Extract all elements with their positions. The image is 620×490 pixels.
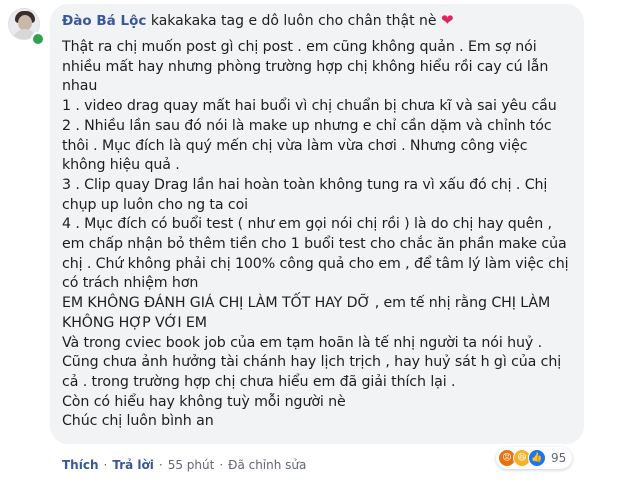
separator: ·: [158, 458, 163, 472]
reply-button[interactable]: Trả lời: [112, 458, 154, 472]
comment-first-line: kakakaka tag e dô luôn cho chân thật nè: [150, 13, 437, 29]
heart-icon: ❤: [440, 11, 454, 29]
reaction-count: 95: [551, 451, 567, 465]
comment-header: Đào Bá Lộc kakakaka tag e dô luôn cho ch…: [62, 11, 572, 30]
author-name[interactable]: Đào Bá Lộc: [62, 13, 146, 29]
like-reaction-icon: 👍: [528, 449, 546, 467]
separator: ·: [219, 458, 224, 472]
separator: ·: [103, 458, 108, 472]
online-status-icon: [31, 32, 45, 46]
comment-actions: Thích · Trả lời · 55 phút · Đã chỉnh sửa: [62, 458, 306, 472]
edited-label[interactable]: Đã chỉnh sửa: [228, 458, 306, 472]
comment-body: Thật ra chị muốn post gì chị post . em c…: [62, 39, 569, 430]
like-button[interactable]: Thích: [62, 458, 99, 472]
timestamp-link[interactable]: 55 phút: [168, 458, 215, 472]
comment-bubble: Đào Bá Lộc kakakaka tag e dô luôn cho ch…: [50, 4, 584, 444]
reactions-summary[interactable]: 😡 😆 👍 95: [496, 447, 573, 469]
